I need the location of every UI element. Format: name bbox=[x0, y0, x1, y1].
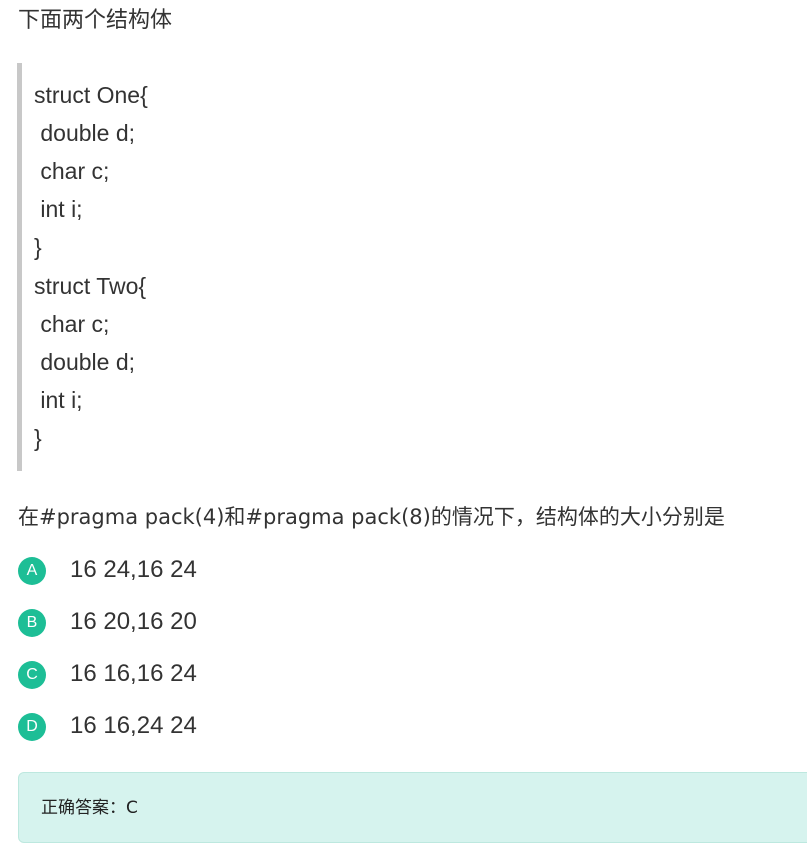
option-c-text: 16 16,16 24 bbox=[70, 660, 197, 687]
option-a-text: 16 24,16 24 bbox=[70, 556, 197, 583]
option-b-text: 16 20,16 20 bbox=[70, 608, 197, 635]
code-line: char c; bbox=[34, 311, 110, 337]
code-line: int i; bbox=[34, 196, 83, 222]
code-line: struct Two{ bbox=[34, 273, 147, 299]
option-d-text: 16 16,24 24 bbox=[70, 712, 197, 739]
code-line: } bbox=[34, 234, 42, 260]
code-line: } bbox=[34, 425, 42, 451]
option-a[interactable]: A 16 24,16 24 bbox=[18, 554, 618, 586]
question-text: 在#pragma pack(4)和#pragma pack(8)的情况下，结构体… bbox=[18, 505, 725, 529]
option-d[interactable]: D 16 16,24 24 bbox=[18, 710, 618, 742]
correct-answer: 正确答案：C bbox=[41, 798, 138, 818]
code-line: struct One{ bbox=[34, 82, 148, 108]
question-intro: 下面两个结构体 bbox=[18, 8, 173, 33]
answer-box: 正确答案：C bbox=[18, 772, 807, 843]
code-block: struct One{ double d; char c; int i; } s… bbox=[17, 63, 777, 471]
code-line: char c; bbox=[34, 158, 110, 184]
code-line: double d; bbox=[34, 349, 136, 375]
option-b-badge: B bbox=[18, 609, 46, 637]
option-c-badge: C bbox=[18, 661, 46, 689]
code-line: int i; bbox=[34, 387, 83, 413]
code-line: double d; bbox=[34, 120, 136, 146]
option-b[interactable]: B 16 20,16 20 bbox=[18, 606, 618, 638]
option-c[interactable]: C 16 16,16 24 bbox=[18, 658, 618, 690]
option-d-badge: D bbox=[18, 713, 46, 741]
option-a-badge: A bbox=[18, 557, 46, 585]
